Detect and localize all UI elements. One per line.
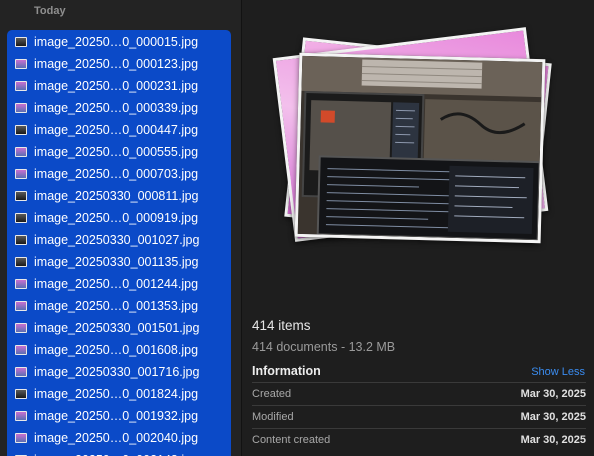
file-row[interactable]: image_20250330_001501.jpg [0,317,241,339]
image-thumbnail-icon [15,279,27,289]
stack-card-front [294,52,546,244]
file-row[interactable]: image_20250330_001716.jpg [0,361,241,383]
image-thumbnail-icon [15,235,27,245]
image-stack-preview [272,27,552,254]
file-name: image_20250…0_000447.jpg [34,123,199,137]
file-name: image_20250…0_001932.jpg [34,409,199,423]
image-thumbnail-icon [15,125,27,135]
file-name: image_20250330_001027.jpg [34,233,200,247]
image-thumbnail-icon [15,367,27,377]
file-name: image_20250…0_000123.jpg [34,57,199,71]
file-name: image_20250…0_000231.jpg [34,79,199,93]
image-thumbnail-icon [15,389,27,399]
file-name: image_20250330_001501.jpg [34,321,200,335]
file-row[interactable]: image_20250…0_002040.jpg [0,427,241,449]
image-thumbnail-icon [15,411,27,421]
preview-pane: 414 items 414 documents - 13.2 MB Inform… [242,0,594,456]
image-thumbnail-icon [15,433,27,443]
file-row[interactable]: image_20250…0_002148.jpg [0,449,241,456]
image-thumbnail-icon [15,147,27,157]
file-name: image_20250…0_001824.jpg [34,387,199,401]
image-thumbnail-icon [15,213,27,223]
file-name: image_20250…0_000015.jpg [34,35,199,49]
file-row[interactable]: image_20250…0_001244.jpg [0,273,241,295]
information-heading: Information [252,364,321,378]
file-row[interactable]: image_20250…0_000339.jpg [0,97,241,119]
file-row[interactable]: image_20250…0_000919.jpg [0,207,241,229]
file-row[interactable]: image_20250…0_000703.jpg [0,163,241,185]
file-name: image_20250…0_001608.jpg [34,343,199,357]
info-label: Content created [252,434,331,446]
file-name: image_20250330_001135.jpg [34,255,199,269]
file-list: image_20250…0_000015.jpg image_20250…0_00… [0,31,241,456]
image-thumbnail-icon [15,345,27,355]
file-name: image_20250…0_000555.jpg [34,145,199,159]
image-thumbnail-icon [15,323,27,333]
file-row[interactable]: image_20250330_001027.jpg [0,229,241,251]
file-row[interactable]: image_20250…0_001353.jpg [0,295,241,317]
file-row[interactable]: image_20250…0_001824.jpg [0,383,241,405]
image-thumbnail-icon [15,169,27,179]
show-less-button[interactable]: Show Less [531,366,585,378]
image-thumbnail-icon [15,191,27,201]
file-row[interactable]: image_20250330_000811.jpg [0,185,241,207]
file-row[interactable]: image_20250…0_000555.jpg [0,141,241,163]
image-thumbnail-icon [15,257,27,267]
file-name: image_20250…0_002040.jpg [34,431,199,445]
image-thumbnail-icon [15,301,27,311]
info-row-content-created: Content created Mar 30, 2025 [252,428,586,451]
file-name: image_20250…0_000703.jpg [34,167,199,181]
file-row[interactable]: image_20250…0_001608.jpg [0,339,241,361]
info-label: Created [252,388,292,400]
file-row[interactable]: image_20250…0_000123.jpg [0,53,241,75]
file-row[interactable]: image_20250…0_000015.jpg [0,31,241,53]
selection-count: 414 items [252,318,311,333]
file-name: image_20250…0_001353.jpg [34,299,199,313]
file-row[interactable]: image_20250…0_000447.jpg [0,119,241,141]
section-header-today: Today [34,5,66,17]
file-row[interactable]: image_20250…0_000231.jpg [0,75,241,97]
info-label: Modified [252,411,294,423]
image-thumbnail-icon [15,81,27,91]
file-name: image_20250330_000811.jpg [34,189,199,203]
file-name: image_20250…0_001244.jpg [34,277,199,291]
info-value: Mar 30, 2025 [520,411,586,423]
image-thumbnail-icon [15,59,27,69]
info-value: Mar 30, 2025 [520,388,586,400]
desk-photo-illustration [297,55,543,242]
info-row-created: Created Mar 30, 2025 [252,382,586,405]
info-row-modified: Modified Mar 30, 2025 [252,405,586,428]
file-name: image_20250…0_000919.jpg [34,211,199,225]
info-value: Mar 30, 2025 [520,434,586,446]
file-row[interactable]: image_20250330_001135.jpg [0,251,241,273]
file-list-pane: Today image_20250…0_000015.jpg image_2025… [0,0,242,456]
file-row[interactable]: image_20250…0_001932.jpg [0,405,241,427]
file-name: image_20250330_001716.jpg [34,365,200,379]
file-name: image_20250…0_000339.jpg [34,101,199,115]
image-thumbnail-icon [15,103,27,113]
image-thumbnail-icon [15,37,27,47]
selection-summary: 414 documents - 13.2 MB [252,340,396,354]
